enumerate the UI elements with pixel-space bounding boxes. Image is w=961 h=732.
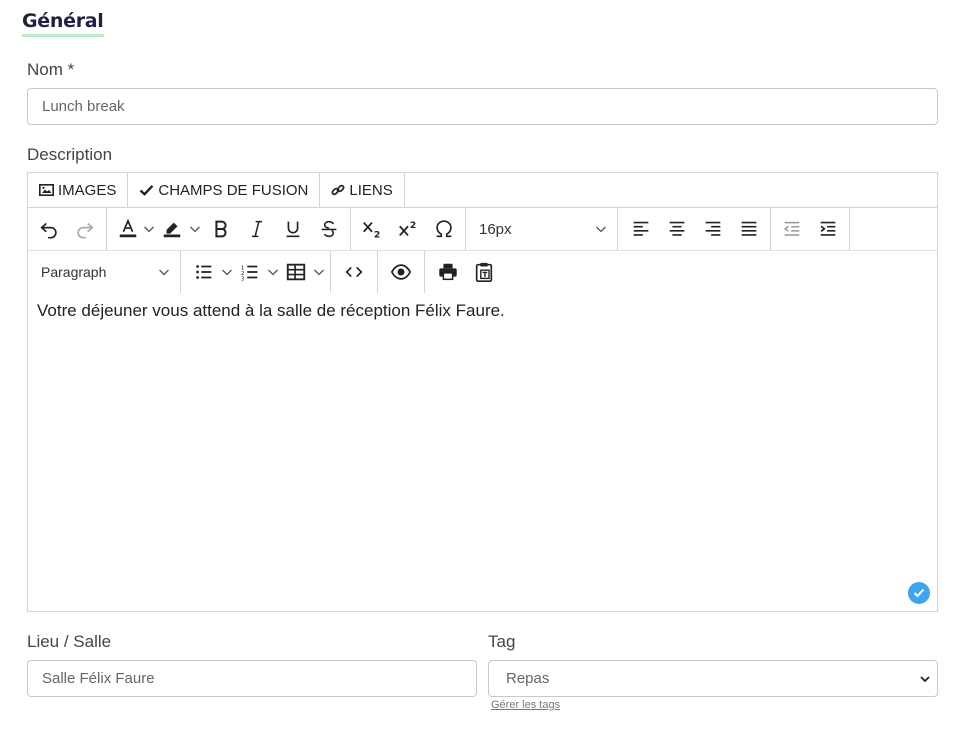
merge-fields-tab[interactable]: CHAMPS DE FUSION [128, 173, 321, 207]
bold-icon[interactable] [203, 212, 239, 246]
text-color-icon[interactable] [115, 212, 141, 246]
highlight-color-icon[interactable] [157, 212, 187, 246]
subscript-icon[interactable]: 2 [354, 212, 390, 246]
svg-text:3: 3 [241, 276, 245, 282]
undo-icon[interactable] [31, 212, 67, 246]
paste-as-text-icon[interactable] [466, 255, 502, 289]
italic-icon[interactable] [239, 212, 275, 246]
chevron-down-icon [920, 676, 930, 683]
source-code-icon[interactable] [336, 255, 372, 289]
align-right-icon[interactable] [695, 212, 731, 246]
font-size-value: 16px [479, 220, 512, 238]
location-label: Lieu / Salle [27, 632, 112, 651]
chevron-down-icon [159, 269, 169, 276]
chevron-down-icon[interactable] [141, 212, 157, 246]
print-icon[interactable] [430, 255, 466, 289]
chevron-down-icon [596, 226, 606, 233]
preview-icon[interactable] [383, 255, 419, 289]
chevron-down-icon[interactable] [311, 255, 327, 289]
editor-content[interactable]: Votre déjeuner vous attend à la salle de… [37, 301, 505, 321]
svg-text:2: 2 [410, 220, 416, 231]
images-tab[interactable]: IMAGES [28, 173, 129, 207]
chevron-down-icon[interactable] [265, 255, 281, 289]
formatting-toolbar: 2 2 16px [28, 208, 937, 251]
rich-text-editor: IMAGES CHAMPS DE FUSION LIENS 2 2 16px P… [27, 172, 938, 612]
superscript-icon[interactable]: 2 [390, 212, 426, 246]
links-tab[interactable]: LIENS [320, 173, 405, 207]
block-format-select[interactable]: Paragraph [28, 251, 181, 293]
outdent-icon[interactable] [774, 212, 810, 246]
strikethrough-icon[interactable] [311, 212, 347, 246]
redo-icon[interactable] [67, 212, 103, 246]
block-format-value: Paragraph [41, 264, 107, 280]
location-input[interactable]: Salle Félix Faure [27, 660, 477, 697]
align-center-icon[interactable] [659, 212, 695, 246]
description-label: Description [27, 145, 113, 164]
chevron-down-icon[interactable] [187, 212, 203, 246]
table-icon[interactable] [281, 255, 311, 289]
links-tab-label: LIENS [349, 181, 393, 199]
section-title: Général [22, 10, 104, 37]
font-size-select[interactable]: 16px [466, 208, 618, 250]
tag-label: Tag [488, 632, 516, 651]
chevron-down-icon[interactable] [219, 255, 235, 289]
underline-icon[interactable] [275, 212, 311, 246]
align-left-icon[interactable] [623, 212, 659, 246]
link-icon [331, 184, 345, 196]
tag-select-value: Repas [506, 670, 550, 687]
image-icon [39, 184, 54, 196]
block-toolbar: Paragraph 123 [28, 251, 937, 293]
merge-fields-tab-label: CHAMPS DE FUSION [158, 181, 309, 199]
checkmark-badge-icon [908, 582, 930, 604]
numbered-list-icon[interactable]: 123 [235, 255, 265, 289]
svg-text:2: 2 [374, 229, 380, 240]
tag-select[interactable]: Repas [488, 660, 938, 697]
name-input[interactable]: Lunch break [27, 88, 938, 125]
check-icon [140, 184, 154, 196]
align-justify-icon[interactable] [731, 212, 767, 246]
manage-tags-link[interactable]: Gérer les tags [491, 699, 560, 711]
images-tab-label: IMAGES [58, 181, 117, 199]
editor-tabs-bar: IMAGES CHAMPS DE FUSION LIENS [28, 173, 937, 208]
indent-icon[interactable] [810, 212, 846, 246]
special-character-icon[interactable] [426, 212, 462, 246]
bullet-list-icon[interactable] [189, 255, 219, 289]
name-label: Nom * [27, 60, 75, 79]
